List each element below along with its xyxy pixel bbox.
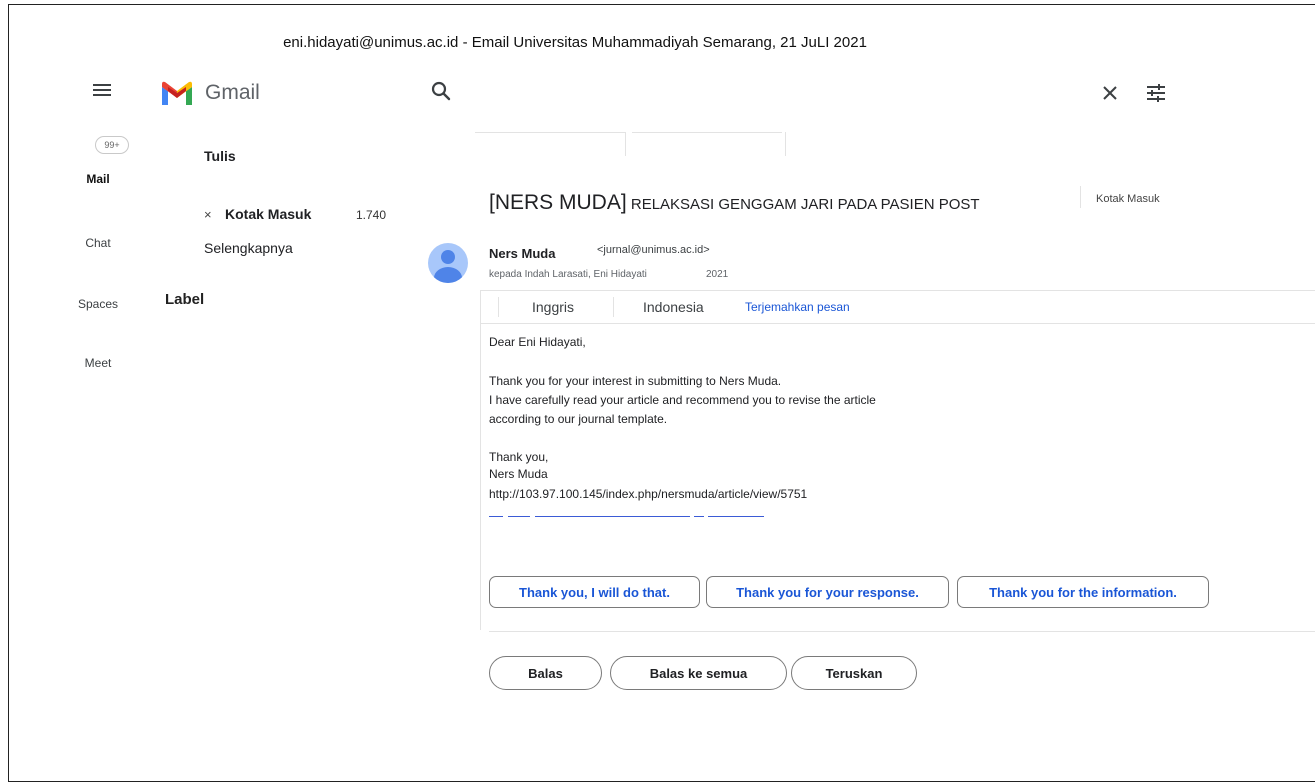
tune-icon[interactable] (1143, 80, 1169, 106)
body-line: according to our journal template. (489, 412, 668, 426)
target-language[interactable]: Indonesia (643, 299, 704, 315)
link-underline (708, 516, 764, 517)
message-border (480, 290, 481, 630)
smart-reply-button[interactable]: Thank you for the information. (957, 576, 1209, 608)
sender-avatar[interactable] (428, 243, 468, 283)
rail-item-chat[interactable]: Chat (66, 236, 130, 250)
translate-bar-top (480, 290, 1315, 291)
menu-icon[interactable] (90, 80, 114, 100)
toolbar-divider (475, 132, 625, 133)
rail-item-meet[interactable]: Meet (66, 356, 130, 370)
translate-divider (498, 297, 499, 317)
link-underline (508, 516, 530, 517)
subject-divider (1080, 186, 1081, 208)
rail-item-spaces[interactable]: Spaces (66, 297, 130, 311)
toolbar-divider (625, 132, 626, 156)
screenshot-caption: eni.hidayati@unimus.ac.id - Email Univer… (283, 34, 867, 51)
close-icon[interactable] (1097, 80, 1123, 106)
body-greeting: Dear Eni Hidayati, (489, 335, 586, 349)
link-underline (535, 516, 690, 517)
app-name: Gmail (205, 81, 260, 104)
sender-email: <jurnal@unimus.ac.id> (597, 244, 710, 256)
unread-badge: 99+ (95, 136, 129, 154)
translate-bar-bottom (480, 323, 1315, 324)
labels-heading: Label (165, 291, 205, 308)
inbox-count: 1.740 (356, 208, 387, 222)
body-line: Thank you for your interest in submittin… (489, 374, 782, 388)
gmail-logo-icon[interactable] (160, 81, 194, 107)
translate-message-link[interactable]: Terjemahkan pesan (745, 300, 850, 314)
email-subject: [NERS MUDA] RELAKSASI GENGGAM JARI PADA … (489, 191, 980, 214)
source-language[interactable]: Inggris (532, 299, 574, 315)
body-line: I have carefully read your article and r… (489, 393, 876, 407)
nav-item-inbox-label: Kotak Masuk (225, 206, 312, 222)
inbox-marker: × (204, 207, 212, 222)
link-underline (694, 516, 704, 517)
forward-button[interactable]: Teruskan (791, 656, 917, 690)
translate-divider (613, 297, 614, 317)
toolbar-divider (785, 132, 786, 156)
smart-reply-button[interactable]: Thank you for your response. (706, 576, 949, 608)
sender-name: Ners Muda (489, 246, 556, 261)
message-bottom-divider (489, 631, 1315, 632)
reply-all-button[interactable]: Balas ke semua (610, 656, 787, 690)
article-url[interactable]: http://103.97.100.145/index.php/nersmuda… (489, 487, 807, 501)
folder-chip[interactable]: Kotak Masuk (1096, 193, 1160, 205)
toolbar-divider (632, 132, 782, 133)
body-signature: Ners Muda (489, 467, 548, 481)
nav-item-more[interactable]: Selengkapnya (204, 240, 293, 256)
reply-button[interactable]: Balas (489, 656, 602, 690)
search-icon[interactable] (428, 78, 454, 104)
nav-item-inbox[interactable]: × Kotak Masuk 1.740 (204, 206, 404, 224)
compose-button[interactable]: Tulis (204, 148, 236, 164)
body-closing: Thank you, (489, 450, 549, 464)
rail-item-mail[interactable]: Mail (66, 172, 130, 186)
recipients[interactable]: kepada Indah Larasati, Eni Hidayati (489, 269, 647, 280)
smart-reply-button[interactable]: Thank you, I will do that. (489, 576, 700, 608)
email-date: 2021 (706, 269, 729, 280)
link-underline (489, 516, 503, 517)
